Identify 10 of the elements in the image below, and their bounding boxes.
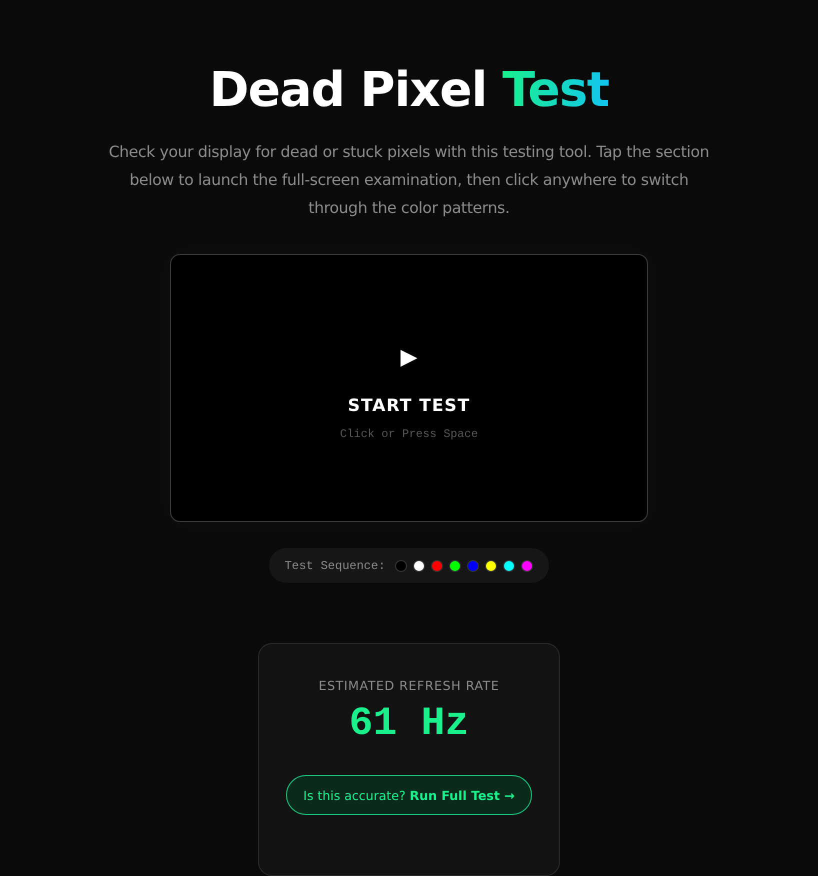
- start-test-label: START TEST: [348, 396, 470, 416]
- start-hint: Click or Press Space: [340, 428, 478, 441]
- refresh-rate-value: 61 Hz: [348, 701, 470, 750]
- start-test-area[interactable]: ▶ START TEST Click or Press Space: [170, 254, 648, 522]
- page-title: Dead Pixel Test: [209, 61, 609, 120]
- description: Check your display for dead or stuck pixels with this testing tool. Tap the section below to launch the full-screen examination, then click anywhere to switch through the color patterns.: [108, 142, 710, 219]
- run-full-test-button[interactable]: Is this accurate? Run Full Test →: [286, 775, 532, 816]
- refresh-rate-label: ESTIMATED REFRESH RATE: [318, 678, 500, 694]
- test-sequence-label: Test Sequence:: [284, 558, 386, 573]
- play-icon: ▶: [400, 346, 418, 370]
